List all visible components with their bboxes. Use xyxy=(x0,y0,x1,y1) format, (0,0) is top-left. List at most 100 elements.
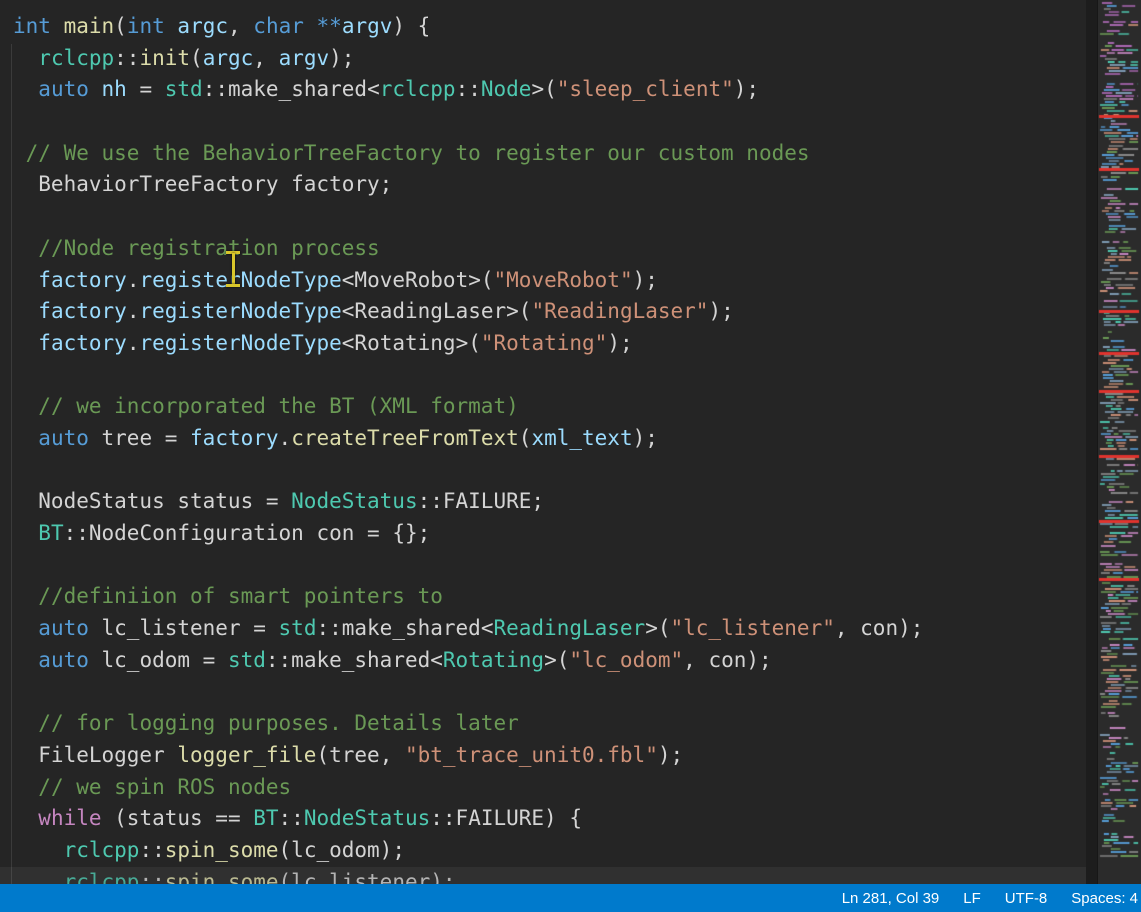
status-indent-setting[interactable]: Spaces: 4 xyxy=(1071,890,1138,907)
code-line[interactable]: auto nh = std::make_shared<rclcpp::Node>… xyxy=(0,74,1086,106)
code-editor[interactable]: int main(int argc, char **argv) { rclcpp… xyxy=(0,0,1086,884)
code-line[interactable]: //definiion of smart pointers to xyxy=(0,581,1086,613)
code-token xyxy=(13,299,38,323)
code-token: ::make_shared< xyxy=(203,77,380,101)
code-token xyxy=(13,46,38,70)
code-line[interactable]: int main(int argc, char **argv) { xyxy=(0,11,1086,43)
code-token: // we spin ROS nodes xyxy=(38,775,291,799)
code-token xyxy=(13,521,38,545)
code-token: ::make_shared< xyxy=(316,616,493,640)
code-token: , xyxy=(253,46,278,70)
code-token: registerNodeType xyxy=(139,299,341,323)
code-token: factory xyxy=(38,299,127,323)
code-line[interactable] xyxy=(0,550,1086,582)
code-line[interactable]: NodeStatus status = NodeStatus::FAILURE; xyxy=(0,486,1086,518)
status-encoding[interactable]: UTF-8 xyxy=(1005,890,1048,907)
code-token: factory xyxy=(38,268,127,292)
code-token: NodeStatus status = xyxy=(13,489,291,513)
code-token: BT xyxy=(38,521,63,545)
code-token: auto xyxy=(38,616,89,640)
code-line[interactable]: //Node registration process xyxy=(0,233,1086,265)
code-line[interactable]: rclcpp::spin_some(lc_odom); xyxy=(0,835,1086,867)
code-line[interactable]: factory.registerNodeType<MoveRobot>("Mov… xyxy=(0,265,1086,297)
code-line[interactable] xyxy=(0,201,1086,233)
code-line[interactable]: auto tree = factory.createTreeFromText(x… xyxy=(0,423,1086,455)
code-line[interactable]: BehaviorTreeFactory factory; xyxy=(0,169,1086,201)
code-token: ReadingLaser xyxy=(493,616,645,640)
code-token: tree xyxy=(329,743,380,767)
code-token: , xyxy=(380,743,405,767)
code-token xyxy=(13,426,38,450)
code-lines: int main(int argc, char **argv) { rclcpp… xyxy=(0,11,1086,884)
code-token: ::NodeConfiguration con = {}; xyxy=(64,521,431,545)
code-token: rclcpp xyxy=(64,838,140,862)
code-token: std xyxy=(165,77,203,101)
code-token: >( xyxy=(645,616,670,640)
code-token: ( xyxy=(114,14,127,38)
code-token: MoveRobot xyxy=(354,268,468,292)
code-line[interactable]: FileLogger logger_file(tree, "bt_trace_u… xyxy=(0,740,1086,772)
code-token: createTreeFromText xyxy=(291,426,519,450)
code-token: "lc_listener" xyxy=(671,616,835,640)
code-line[interactable]: BT::NodeConfiguration con = {}; xyxy=(0,518,1086,550)
code-line[interactable]: factory.registerNodeType<Rotating>("Rota… xyxy=(0,328,1086,360)
code-token: ); xyxy=(708,299,733,323)
scrollbar-gutter[interactable] xyxy=(1086,0,1097,884)
code-token: NodeStatus xyxy=(304,806,430,830)
code-token: int xyxy=(127,14,165,38)
code-line[interactable]: // we incorporated the BT (XML format) xyxy=(0,391,1086,423)
code-token: ); xyxy=(734,77,759,101)
code-token: auto xyxy=(38,77,89,101)
code-line[interactable]: while (status == BT::NodeStatus::FAILURE… xyxy=(0,803,1086,835)
code-token: . xyxy=(127,299,140,323)
code-token: Rotating xyxy=(354,331,455,355)
code-line[interactable] xyxy=(0,360,1086,392)
code-token: argv xyxy=(279,46,330,70)
code-line[interactable]: factory.registerNodeType<ReadingLaser>("… xyxy=(0,296,1086,328)
code-token xyxy=(13,838,64,862)
code-token xyxy=(89,77,102,101)
code-token: //definiion of smart pointers to xyxy=(38,584,443,608)
code-token: registerNodeType xyxy=(139,331,341,355)
code-line[interactable] xyxy=(0,455,1086,487)
code-token: auto xyxy=(38,648,89,672)
code-token: //Node registration process xyxy=(38,236,379,260)
status-cursor-position[interactable]: Ln 281, Col 39 xyxy=(842,890,940,907)
code-line[interactable]: // we spin ROS nodes xyxy=(0,772,1086,804)
code-token: :: xyxy=(139,870,164,884)
code-token xyxy=(13,584,38,608)
code-token: tree = xyxy=(89,426,190,450)
code-token: < xyxy=(342,331,355,355)
code-token: (status == xyxy=(102,806,254,830)
code-token xyxy=(13,616,38,640)
code-token: // for logging purposes. Details later xyxy=(38,711,518,735)
code-token: . xyxy=(127,331,140,355)
code-token: ); xyxy=(633,268,658,292)
code-token xyxy=(51,14,64,38)
code-token: rclcpp xyxy=(64,870,140,884)
code-token: init xyxy=(139,46,190,70)
code-token: NodeStatus xyxy=(291,489,417,513)
code-token: ( xyxy=(190,46,203,70)
code-token: :: xyxy=(456,77,481,101)
code-token xyxy=(13,268,38,292)
code-token xyxy=(165,14,178,38)
code-line[interactable]: rclcpp::init(argc, argv); xyxy=(0,43,1086,75)
code-line[interactable]: rclcpp::spin_some(lc_listener); xyxy=(0,867,1086,884)
code-token: ( xyxy=(519,426,532,450)
code-line[interactable]: auto lc_odom = std::make_shared<Rotating… xyxy=(0,645,1086,677)
code-token: < xyxy=(342,299,355,323)
code-token xyxy=(13,870,64,884)
code-token: FileLogger xyxy=(13,743,177,767)
code-token: , con); xyxy=(835,616,924,640)
code-line[interactable]: // We use the BehaviorTreeFactory to reg… xyxy=(0,138,1086,170)
code-token: spin_some xyxy=(165,838,279,862)
code-token: ::FAILURE; xyxy=(418,489,544,513)
minimap[interactable] xyxy=(1097,0,1141,884)
code-line[interactable]: auto lc_listener = std::make_shared<Read… xyxy=(0,613,1086,645)
code-line[interactable] xyxy=(0,676,1086,708)
code-line[interactable]: // for logging purposes. Details later xyxy=(0,708,1086,740)
code-line[interactable] xyxy=(0,106,1086,138)
code-token: , xyxy=(228,14,253,38)
status-eol-indicator[interactable]: LF xyxy=(963,890,981,907)
